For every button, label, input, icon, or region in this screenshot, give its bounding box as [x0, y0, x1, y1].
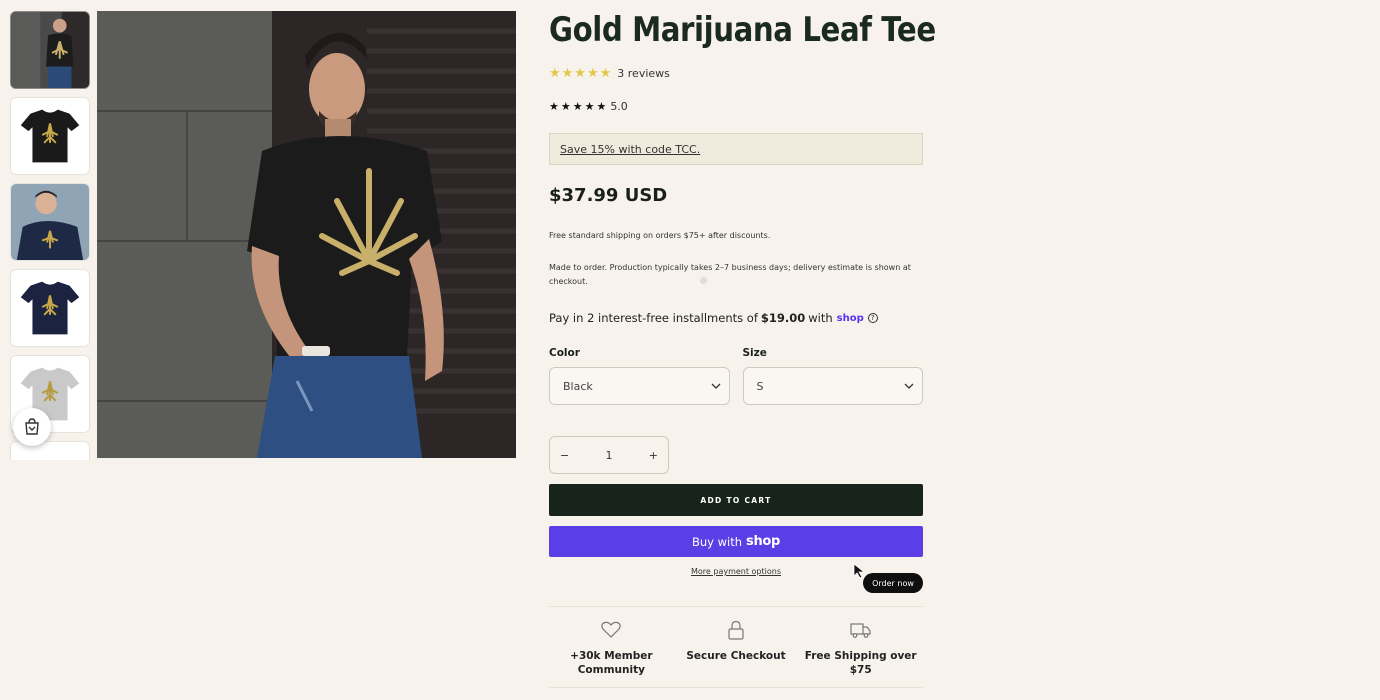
installment-amount: $19.00	[760, 311, 806, 325]
navy-tee-thumb	[20, 281, 80, 335]
black-tee-thumb	[20, 109, 80, 163]
chevron-down-icon	[904, 383, 914, 389]
buy-with-label: Buy with	[691, 534, 742, 549]
size-value: S	[756, 379, 764, 393]
promo-banner[interactable]: Save 15% with code TCC.	[549, 133, 923, 165]
production-note: Made to order. Production typically take…	[549, 261, 923, 289]
feature-secure: Secure Checkout	[674, 607, 799, 687]
production-note-text: Made to order. Production typically take…	[549, 263, 911, 286]
thumbnail-more[interactable]	[10, 441, 90, 460]
lock-icon	[728, 620, 744, 640]
thumbnail-black-tee[interactable]	[10, 97, 90, 175]
color-group: Color Black	[549, 347, 730, 405]
installments-prefix: Pay in 2 interest-free installments of	[549, 311, 758, 325]
promo-text[interactable]: Save 15% with code TCC.	[560, 143, 700, 156]
color-value: Black	[563, 379, 593, 393]
star-rating-black-icons: ★★★★★	[549, 99, 609, 113]
variant-selectors: Color Black Size S	[549, 347, 923, 405]
loading-dot	[700, 277, 707, 284]
heart-icon	[601, 621, 622, 638]
feature-shipping: Free Shipping over $75	[798, 607, 923, 687]
star-rating-icons: ★★★★★	[549, 65, 613, 81]
order-now-button[interactable]: Order now	[863, 573, 923, 593]
thumbnail-gallery	[10, 11, 90, 460]
rating-score-row: ★★★★★ 5.0	[549, 99, 923, 113]
feature-shipping-text: Free Shipping over $75	[804, 650, 917, 676]
quantity-increase-button[interactable]: +	[649, 449, 658, 462]
quantity-input[interactable]: 1	[606, 449, 613, 462]
product-title: Gold Marijuana Leaf Tee	[549, 10, 936, 50]
feature-secure-text: Secure Checkout	[686, 650, 786, 662]
chevron-down-icon	[711, 383, 720, 389]
shopping-bag-icon	[25, 418, 39, 435]
installments-banner: Pay in 2 interest-free installments of $…	[549, 311, 923, 325]
smiling-model-thumb	[11, 184, 89, 260]
model-wearing-tee-photo	[97, 11, 516, 458]
feature-community-text: +30k Member Community	[570, 650, 653, 676]
shipping-note: Free standard shipping on orders $75+ af…	[549, 231, 771, 240]
thumbnail-navy-tee[interactable]	[10, 269, 90, 347]
add-to-cart-button[interactable]: ADD TO CART	[549, 484, 923, 516]
product-info-panel: Gold Marijuana Leaf Tee ★★★★★ 3 reviews …	[549, 0, 936, 576]
buy-with-shop-button[interactable]: Buy with shop	[549, 526, 923, 557]
feature-community: +30k Member Community	[549, 607, 674, 687]
installments-with: with	[808, 311, 833, 325]
shop-badge-button[interactable]	[13, 408, 51, 446]
help-icon[interactable]: ?	[867, 313, 878, 323]
review-count: 3 reviews	[617, 66, 670, 80]
thumbnail-model-black[interactable]	[10, 11, 90, 89]
truck-icon	[850, 623, 871, 638]
size-label: Size	[742, 347, 767, 359]
color-select[interactable]: Black	[549, 367, 730, 405]
size-group: Size S	[742, 347, 923, 405]
color-label: Color	[549, 347, 580, 359]
size-select[interactable]: S	[742, 367, 923, 405]
rating-score: 5.0	[610, 99, 628, 113]
product-price: $37.99 USD	[549, 185, 668, 206]
model-photo-thumb	[11, 12, 89, 88]
main-product-image[interactable]	[97, 11, 516, 458]
shop-logo: shop	[746, 534, 781, 549]
review-summary[interactable]: ★★★★★ 3 reviews	[549, 65, 923, 81]
shop-pay-logo: shop	[836, 312, 864, 324]
quantity-decrease-button[interactable]: −	[560, 449, 569, 462]
thumbnail-model-smiling[interactable]	[10, 183, 90, 261]
quantity-stepper: − 1 +	[549, 436, 669, 474]
feature-strip: +30k Member Community Secure Checkout Fr…	[549, 606, 923, 688]
